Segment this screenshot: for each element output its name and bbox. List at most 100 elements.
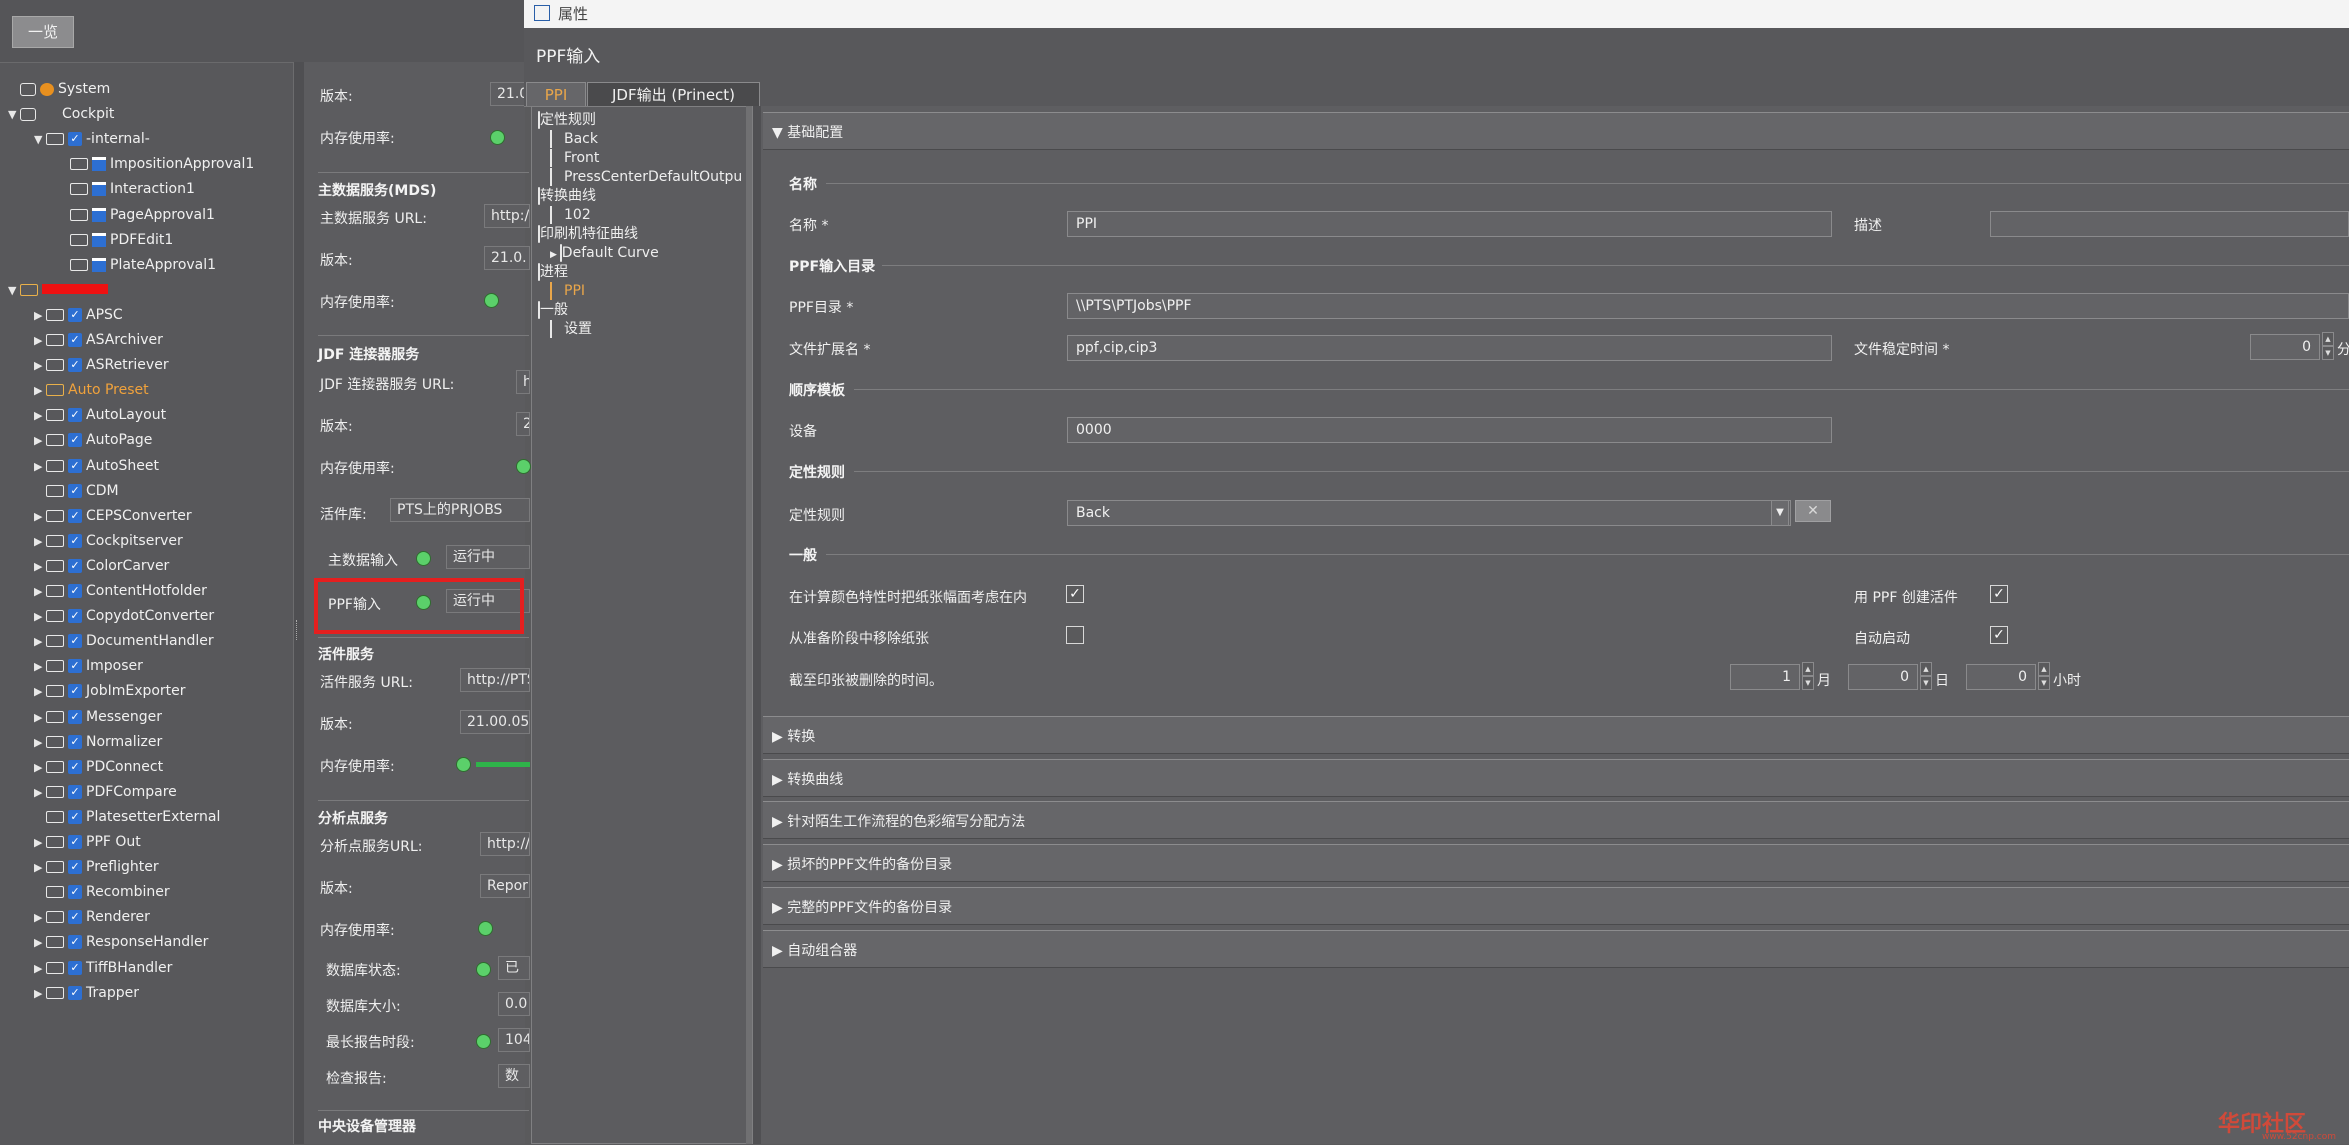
remove-paper-checkbox[interactable]: [1066, 626, 1084, 644]
tree-item[interactable]: Interaction1: [58, 177, 195, 201]
chevron-down-icon[interactable]: ▼: [34, 128, 46, 152]
overview-button[interactable]: 一览: [12, 16, 74, 48]
chevron-right-icon[interactable]: ▶: [34, 304, 46, 328]
collapsed-section[interactable]: [763, 929, 2349, 968]
config-tree-item[interactable]: 印刷机特征曲线: [538, 225, 638, 243]
chevron-right-icon[interactable]: ▶: [34, 655, 46, 679]
name-input[interactable]: PPI: [1067, 211, 1832, 237]
splitter-handle[interactable]: [296, 620, 300, 640]
splitter[interactable]: [753, 106, 761, 1144]
window-titlebar[interactable]: [524, 0, 2349, 28]
day-input[interactable]: 0: [1848, 664, 1918, 690]
tab-ppi[interactable]: PPI: [526, 82, 586, 106]
tree-item[interactable]: ▶ ✓ PPF Out: [34, 830, 141, 854]
config-tree-item[interactable]: 进程: [538, 263, 568, 281]
chevron-right-icon[interactable]: ▶: [34, 831, 46, 855]
chevron-right-icon[interactable]: ▶: [34, 580, 46, 604]
section-label[interactable]: ▶ 完整的PPF文件的备份目录: [772, 897, 952, 917]
tree-item[interactable]: ▼ ✓ -internal-: [34, 127, 150, 151]
tree-item[interactable]: ▶ ✓ AutoLayout: [34, 403, 166, 427]
tree-item[interactable]: ▶ ✓ Normalizer: [34, 730, 162, 754]
chevron-right-icon[interactable]: ▶: [34, 931, 46, 955]
tree-item[interactable]: ▶ ✓ TiffBHandler: [34, 956, 172, 980]
collapsed-section[interactable]: [763, 716, 2349, 754]
config-tree-item[interactable]: PPI: [550, 282, 585, 300]
chevron-right-icon[interactable]: ▶: [34, 680, 46, 704]
tree-item[interactable]: ▶ ✓ Preflighter: [34, 855, 159, 879]
tree-item[interactable]: ▶ ✓ PDFCompare: [34, 780, 177, 804]
chevron-right-icon[interactable]: ▶: [34, 906, 46, 930]
tree-item[interactable]: ▶ ✓ CEPSConverter: [34, 504, 192, 528]
config-tree-item[interactable]: Back: [550, 130, 598, 148]
config-tree-item[interactable]: 转换曲线: [538, 187, 596, 205]
tree-item[interactable]: ▶ ✓ Renderer: [34, 905, 150, 929]
stable-time-input[interactable]: 0: [2250, 334, 2320, 360]
tree-item[interactable]: ▶ ✓ ASArchiver: [34, 328, 163, 352]
chevron-down-icon[interactable]: ▼: [8, 279, 20, 303]
hour-input[interactable]: 0: [1966, 664, 2036, 690]
section-label[interactable]: ▶ 自动组合器: [772, 940, 857, 960]
tree-item[interactable]: ▶ ✓ Trapper: [34, 981, 139, 1005]
desc-input[interactable]: [1990, 211, 2349, 237]
tree-item[interactable]: ▶ ✓ Cockpitserver: [34, 529, 183, 553]
chevron-right-icon[interactable]: ▶: [34, 530, 46, 554]
device-input[interactable]: 0000: [1067, 417, 1832, 443]
tree-item[interactable]: ▶ ✓ PDConnect: [34, 755, 163, 779]
tree-item[interactable]: ▶ ✓ AutoPage: [34, 428, 152, 452]
tree-item[interactable]: ▶ ✓ ColorCarver: [34, 554, 169, 578]
config-tree-item[interactable]: 定性规则: [538, 111, 596, 129]
chevron-right-icon[interactable]: ▶: [34, 404, 46, 428]
hour-spinner[interactable]: ▲ ▼: [2038, 662, 2050, 692]
chevron-down-icon[interactable]: ▼: [8, 103, 20, 127]
collapsed-section[interactable]: [763, 758, 2349, 797]
config-tree-item[interactable]: 一般: [538, 301, 568, 319]
tree-item[interactable]: PlateApproval1: [58, 253, 216, 277]
clear-rule-button[interactable]: ✕: [1795, 500, 1831, 522]
tree-item[interactable]: ✓ Recombiner: [34, 880, 170, 904]
tree-item[interactable]: ▶ ✓ AutoSheet: [34, 454, 159, 478]
ext-input[interactable]: ppf,cip,cip3: [1067, 335, 1832, 361]
tree-item[interactable]: ▶ ✓ Imposer: [34, 654, 143, 678]
config-tree-item[interactable]: 设置: [550, 320, 592, 338]
chevron-right-icon[interactable]: ▶: [34, 630, 46, 654]
config-tree[interactable]: 定性规则 Back Front PressCenterDefaultOutpu 转换曲线…: [531, 106, 753, 1144]
chevron-right-icon[interactable]: ▶: [34, 982, 46, 1006]
tree-item[interactable]: ▶ ✓ ResponseHandler: [34, 930, 208, 954]
tree-item[interactable]: ImpositionApproval1: [58, 152, 254, 176]
chevron-right-icon[interactable]: ▶: [34, 555, 46, 579]
tree-scrollbar[interactable]: [746, 106, 752, 1144]
section-label[interactable]: ▶ 损坏的PPF文件的备份目录: [772, 854, 952, 874]
tree-item[interactable]: ▼ Cockpit: [8, 102, 114, 126]
chevron-right-icon[interactable]: ▶: [34, 329, 46, 353]
collapsed-section[interactable]: [763, 844, 2349, 883]
check-report-field[interactable]: 数: [498, 1064, 530, 1088]
config-tree-item[interactable]: ▶ Default Curve: [550, 244, 659, 262]
collapsed-section[interactable]: [763, 886, 2349, 925]
tree-item[interactable]: PageApproval1: [58, 203, 215, 227]
chevron-right-icon[interactable]: ▶: [34, 756, 46, 780]
tree-item[interactable]: ▶ ✓ ContentHotfolder: [34, 579, 207, 603]
rule-select[interactable]: Back: [1067, 500, 1791, 526]
chevron-right-icon[interactable]: ▶: [34, 781, 46, 805]
config-tree-item[interactable]: 102: [550, 206, 591, 224]
tree-item[interactable]: PDFEdit1: [58, 228, 173, 252]
chevron-right-icon[interactable]: ▶: [34, 856, 46, 880]
chevron-right-icon[interactable]: ▶: [34, 379, 46, 403]
tree-item[interactable]: ▶ ✓ JobImExporter: [34, 679, 186, 703]
stable-time-spinner[interactable]: ▲ ▼: [2322, 332, 2334, 362]
ppf-dir-input[interactable]: \\PTS\PTJobs\PPF: [1067, 293, 2349, 319]
chevron-right-icon[interactable]: ▶: [550, 250, 560, 260]
tab-jdf-output[interactable]: JDF输出 (Prinect): [587, 82, 760, 106]
chevron-right-icon[interactable]: ▶: [34, 957, 46, 981]
month-spinner[interactable]: ▲ ▼: [1802, 662, 1814, 692]
section-expanded-label[interactable]: ▼ 基础配置: [772, 122, 843, 142]
chevron-right-icon[interactable]: ▶: [34, 731, 46, 755]
chevron-right-icon[interactable]: ▶: [34, 605, 46, 629]
paper-size-checkbox[interactable]: ✓: [1066, 585, 1084, 603]
tree-item[interactable]: ▶ Auto Preset: [34, 378, 149, 402]
day-spinner[interactable]: ▲ ▼: [1920, 662, 1932, 692]
tree-item[interactable]: ▶ ✓ APSC: [34, 303, 123, 327]
config-tree-item[interactable]: Front: [550, 149, 599, 167]
system-tree[interactable]: System ▼ Cockpit ▼ ✓ -internal- ImpositionAppr…: [0, 62, 293, 1145]
section-label[interactable]: ▶ 转换: [772, 726, 815, 746]
